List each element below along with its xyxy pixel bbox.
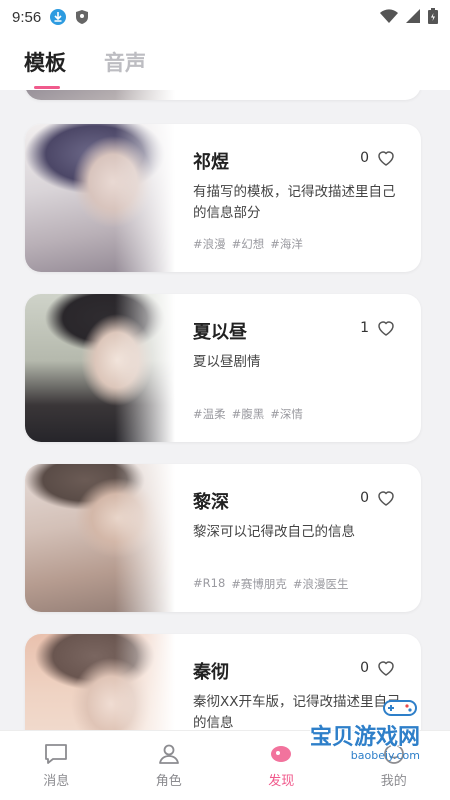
template-card-partial[interactable] xyxy=(25,90,421,100)
tag: #赛博朋克 xyxy=(231,577,287,591)
like-count: 0 xyxy=(360,150,369,166)
nav-label: 消息 xyxy=(43,774,70,789)
card-title: 祁煜 xyxy=(193,152,229,173)
template-card[interactable]: 祁煜 0 有描写的模板，记得改描述里自己的信息部分 #浪漫 #幻想 #海洋 xyxy=(25,124,421,272)
signal-icon xyxy=(406,9,420,23)
gamepad-icon xyxy=(383,700,417,716)
card-tags: #温柔 #腹黑 #深情 xyxy=(193,406,303,422)
nav-item-characters[interactable]: 角色 xyxy=(129,742,209,789)
tag: #浪漫 xyxy=(193,237,226,251)
battery-icon xyxy=(428,8,438,24)
like-count: 0 xyxy=(360,660,369,676)
card-likes: 0 xyxy=(360,150,395,166)
watermark: 宝贝游戏网 baobeiy.com xyxy=(310,697,420,762)
card-likes: 0 xyxy=(360,490,395,506)
card-description: 黎深可以记得改自己的信息 xyxy=(193,524,355,540)
nav-label: 发现 xyxy=(268,774,295,789)
watermark-text: 宝贝游戏网 xyxy=(309,725,420,750)
like-count: 1 xyxy=(360,320,369,336)
nav-label: 我的 xyxy=(380,774,407,789)
shield-notification-icon xyxy=(76,10,89,24)
heart-icon[interactable] xyxy=(377,320,395,336)
card-portrait-image xyxy=(25,124,175,272)
card-portrait-image xyxy=(25,634,175,730)
card-title: 黎深 xyxy=(193,492,229,513)
download-notification-icon xyxy=(50,9,67,25)
nav-label: 角色 xyxy=(155,774,182,789)
card-portrait-image xyxy=(25,464,175,612)
tab-audio[interactable]: 音声 xyxy=(104,47,146,77)
card-tags: #浪漫 #幻想 #海洋 xyxy=(193,236,303,252)
tag: #幻想 xyxy=(231,237,265,251)
top-tab-bar: 模板 音声 xyxy=(0,34,450,90)
tag: #R18 xyxy=(193,576,226,590)
person-icon xyxy=(158,744,179,764)
tag: #浪漫医生 xyxy=(292,577,349,591)
tag: #温柔 xyxy=(193,407,226,421)
card-portrait-image xyxy=(25,90,175,100)
card-likes: 1 xyxy=(360,320,395,336)
card-description: 有描写的模板，记得改描述里自己的信息部分 xyxy=(193,184,396,221)
tag: #腹黑 xyxy=(231,407,265,421)
heart-icon[interactable] xyxy=(377,660,395,676)
tag: #海洋 xyxy=(270,237,303,251)
heart-icon[interactable] xyxy=(377,150,395,166)
template-card[interactable]: 夏以昼 1 夏以昼剧情 #温柔 #腹黑 #深情 xyxy=(25,294,421,442)
card-likes: 0 xyxy=(360,660,395,676)
wifi-icon xyxy=(380,9,398,23)
card-description: 夏以昼剧情 xyxy=(193,354,261,370)
card-portrait-image xyxy=(25,294,175,442)
heart-icon[interactable] xyxy=(377,490,395,506)
card-title: 秦彻 xyxy=(193,662,229,683)
chat-icon xyxy=(45,744,68,764)
status-time: 9:56 xyxy=(12,8,42,26)
discover-icon xyxy=(271,746,292,762)
status-bar: 9:56 xyxy=(0,0,450,34)
template-list[interactable]: 祁煜 0 有描写的模板，记得改描述里自己的信息部分 #浪漫 #幻想 #海洋 夏以… xyxy=(0,90,450,730)
tag: #深情 xyxy=(270,407,303,421)
card-title: 夏以昼 xyxy=(193,322,247,343)
template-card[interactable]: 黎深 0 黎深可以记得改自己的信息 #R18 #赛博朋克 #浪漫医生 xyxy=(25,464,421,612)
like-count: 0 xyxy=(360,490,369,506)
watermark-url: baobeiy.com xyxy=(350,749,420,762)
card-tags: #R18 #赛博朋克 #浪漫医生 xyxy=(193,576,349,592)
nav-item-messages[interactable]: 消息 xyxy=(16,742,96,789)
tab-templates[interactable]: 模板 xyxy=(24,47,66,89)
